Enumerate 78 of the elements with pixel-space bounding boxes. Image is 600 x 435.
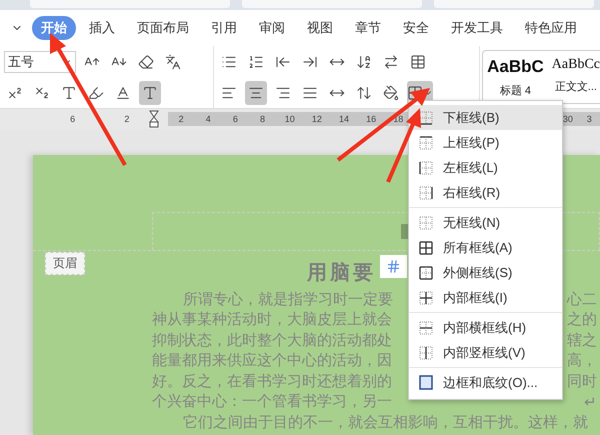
ribbon-tab[interactable]: 特色应用 — [516, 16, 586, 40]
header-tag[interactable]: 页眉 — [45, 252, 85, 275]
table-icon — [410, 54, 426, 70]
paragraph-line: 辖之 — [567, 330, 597, 350]
character-shading-icon — [142, 84, 158, 100]
paragraph-line: 高， — [567, 351, 597, 370]
menu-item[interactable]: 内部横框线(H) — [409, 315, 562, 340]
line-spacing-icon — [356, 84, 372, 100]
ruler-number: 2 — [123, 113, 130, 126]
style-name: 正文文... — [554, 80, 597, 94]
ribbon-tab[interactable]: 引用 — [202, 16, 246, 40]
menu-item[interactable]: 左框线(L) — [409, 155, 562, 180]
sort-icon — [356, 54, 372, 70]
ruler-number: 4 — [194, 112, 222, 126]
style-sample[interactable]: AaBbCc — [552, 57, 600, 73]
phonetic-guide-icon — [165, 54, 181, 70]
paragraph-line: 之的 — [567, 310, 597, 330]
border-icon — [419, 160, 433, 174]
paint-bucket-icon — [382, 84, 399, 100]
paragraph-line: 好。反之，在看书学习时还想着别的 — [152, 372, 392, 391]
highlighter-icon — [88, 84, 104, 100]
indent-marker-icon[interactable] — [148, 110, 159, 128]
border-icon — [419, 346, 433, 360]
ruler-number: 14 — [330, 112, 358, 126]
page-number-button[interactable] — [380, 255, 407, 278]
document-title: 用脑要 — [307, 260, 376, 286]
ruler-number: 8 — [248, 112, 276, 126]
ruler-number: 3 — [578, 112, 600, 126]
numbered-list-icon — [248, 54, 264, 70]
ruler-number: 10 — [276, 112, 304, 126]
ruler-number: 6 — [222, 112, 249, 126]
hash-icon — [386, 259, 401, 274]
menu-item[interactable]: 下框线(B) — [409, 105, 562, 130]
border-icon — [419, 320, 433, 334]
paragraph-line: 个兴奋中心：一个管看书学习，另一 — [152, 392, 392, 412]
ribbon-tab[interactable]: 安全 — [394, 16, 438, 40]
menu-item[interactable]: 右框线(R) — [409, 180, 562, 205]
style-sample[interactable]: AaBbC — [487, 57, 544, 77]
paragraph-line: 心二 — [567, 290, 597, 309]
menu-item[interactable]: 边框和底纹(O)... — [409, 370, 562, 395]
ribbon-tab[interactable]: 视图 — [298, 16, 342, 40]
border-icon — [419, 110, 433, 124]
border-icon — [419, 136, 433, 150]
swap-icon — [382, 54, 399, 70]
border-icon — [419, 186, 433, 200]
ribbon-tab[interactable]: 开发工具 — [442, 16, 512, 40]
border-icon — [419, 216, 433, 230]
eraser-icon — [138, 54, 154, 70]
ribbon-tab[interactable]: 章节 — [346, 16, 390, 40]
paragraph-line: 抑制状态，此时整个大脑的活动都处 — [152, 330, 392, 350]
menu-item[interactable]: 内部竖框线(V) — [409, 340, 562, 365]
menu-item[interactable]: 所有框线(A) — [409, 235, 562, 260]
text-effect-icon — [61, 84, 77, 100]
ruler-number: 2 — [168, 112, 195, 126]
ribbon-tab[interactable]: 页面布局 — [128, 16, 198, 40]
ribbon-tab[interactable]: 审阅 — [250, 16, 294, 40]
ruler-number: 16 — [358, 112, 385, 126]
ruler-number: 6 — [69, 113, 76, 126]
paragraph-line: ↵ — [584, 392, 597, 411]
menu-item[interactable]: 外侧框线(S) — [409, 260, 562, 285]
paragraph-line: 所谓专心，就是指学习时一定要 — [183, 290, 393, 309]
paragraph-line: 神从事某种活动时，大脑皮层上就会 — [152, 310, 392, 330]
menu-item[interactable]: 上框线(P) — [409, 130, 562, 155]
grid-icon — [406, 84, 423, 100]
ruler-number: 12 — [303, 112, 330, 126]
align-center-button[interactable] — [244, 80, 267, 104]
character-shading-button[interactable] — [139, 80, 161, 104]
border-icon — [419, 266, 433, 280]
ribbon-tab[interactable]: 插入 — [80, 16, 124, 40]
border-icon — [419, 240, 433, 254]
font-color-icon — [115, 84, 131, 100]
paragraph-line: 同时 — [567, 372, 597, 391]
border-icon — [419, 290, 433, 304]
paragraph-line: 能量都用来供应这个中心的活动，因 — [152, 351, 392, 370]
border-shading-icon — [419, 375, 433, 390]
paragraph-line: 它们之间由于目的不一，就会互相影响，互相干扰。这样，就 — [183, 412, 588, 432]
menu-item[interactable]: 内部框线(I) — [409, 285, 562, 310]
style-name: 标题 4 — [500, 84, 532, 98]
